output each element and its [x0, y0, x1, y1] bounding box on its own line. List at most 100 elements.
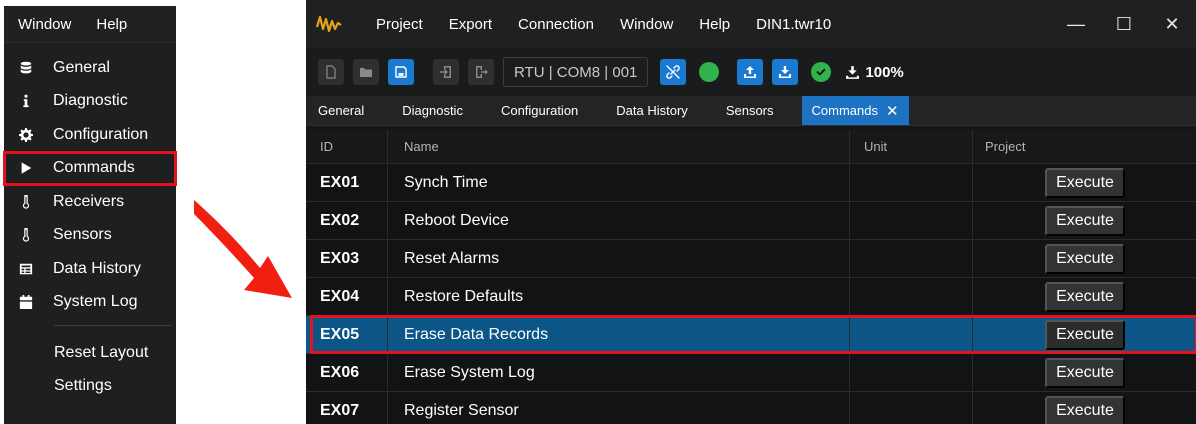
- tab-label: Sensors: [725, 103, 774, 118]
- close-icon[interactable]: ✕: [1148, 0, 1196, 48]
- execute-button[interactable]: Execute: [1045, 244, 1125, 274]
- menu-item-receivers[interactable]: Receivers: [4, 185, 176, 219]
- table-row[interactable]: EX04 Restore Defaults Execute: [306, 278, 1196, 316]
- command-id: EX07: [306, 392, 388, 424]
- menu-help[interactable]: Help: [699, 16, 730, 33]
- connection-status-indicator: [699, 62, 720, 82]
- menu-export[interactable]: Export: [449, 16, 492, 33]
- menu-item-system-log[interactable]: System Log: [4, 286, 176, 320]
- execute-button[interactable]: Execute: [1045, 396, 1125, 424]
- menu-window[interactable]: Window: [620, 16, 673, 33]
- command-project-cell: Execute: [973, 240, 1196, 277]
- execute-button[interactable]: Execute: [1045, 206, 1125, 236]
- menu-item-diagnostic[interactable]: Diagnostic: [4, 85, 176, 119]
- menu-window[interactable]: Window: [18, 16, 71, 33]
- command-unit: [850, 316, 973, 353]
- app-window: Project Export Connection Window Help DI…: [306, 0, 1196, 424]
- progress-value: 100%: [865, 63, 904, 81]
- download-button[interactable]: [772, 59, 799, 85]
- tab-data-history[interactable]: Data History: [616, 96, 688, 125]
- tab-general[interactable]: General: [318, 96, 364, 125]
- table-row[interactable]: EX06 Erase System Log Execute: [306, 354, 1196, 392]
- file-name: DIN1.twr10: [756, 15, 832, 33]
- tab-label: Commands: [811, 103, 878, 118]
- window-menu-panel: Window Help General Diagnostic Configura…: [3, 6, 177, 424]
- menu-item-settings[interactable]: Settings: [4, 370, 176, 404]
- minimize-icon[interactable]: —: [1052, 0, 1100, 48]
- upload-button[interactable]: [737, 59, 764, 85]
- command-id: EX04: [306, 278, 388, 315]
- table-row[interactable]: EX05 Erase Data Records Execute: [306, 315, 1196, 354]
- thermometer-icon: [18, 194, 34, 210]
- execute-button[interactable]: Execute: [1045, 320, 1125, 350]
- calendar-icon: [18, 294, 34, 310]
- folder-icon: [360, 68, 372, 77]
- menu-connection[interactable]: Connection: [518, 16, 594, 33]
- menu-item-sensors[interactable]: Sensors: [4, 219, 176, 253]
- composite-screenshot: Window Help General Diagnostic Configura…: [0, 0, 1196, 424]
- new-file-button[interactable]: [318, 59, 344, 85]
- table-body: EX01 Synch Time Execute EX02 Reboot Device Ex…: [306, 164, 1196, 424]
- column-header-unit[interactable]: Unit: [850, 130, 973, 163]
- menu-item-label: Configuration: [53, 125, 149, 143]
- menu-item-general[interactable]: General: [4, 51, 176, 85]
- table-row[interactable]: EX02 Reboot Device Execute: [306, 202, 1196, 240]
- close-tab-icon[interactable]: ✕: [886, 102, 899, 120]
- check-icon: [811, 62, 832, 82]
- open-folder-button[interactable]: [353, 59, 379, 85]
- menu-item-data-history[interactable]: Data History: [4, 252, 176, 286]
- window-menu-list: General Diagnostic Configuration Command…: [3, 43, 177, 320]
- title-bar: Project Export Connection Window Help DI…: [306, 0, 1196, 48]
- column-header-project[interactable]: Project: [973, 130, 1196, 163]
- execute-button[interactable]: Execute: [1045, 358, 1125, 388]
- menu-item-label: System Log: [53, 293, 138, 311]
- tab-configuration[interactable]: Configuration: [501, 96, 578, 125]
- command-unit: [850, 164, 973, 201]
- file-icon: [326, 65, 336, 79]
- disconnect-button[interactable]: [660, 59, 687, 85]
- app-logo-icon: [316, 15, 342, 33]
- command-id: EX01: [306, 164, 388, 201]
- menu-help[interactable]: Help: [96, 16, 127, 33]
- menu-item-label: Data History: [53, 259, 142, 277]
- command-project-cell: Execute: [973, 164, 1196, 201]
- command-id: EX02: [306, 202, 388, 239]
- tab-commands[interactable]: Commands ✕: [801, 96, 909, 125]
- save-button[interactable]: [388, 59, 414, 85]
- maximize-icon[interactable]: ☐: [1100, 0, 1148, 48]
- play-icon: [18, 160, 34, 176]
- command-name: Restore Defaults: [388, 278, 850, 315]
- command-name: Register Sensor: [388, 392, 850, 424]
- download-icon: [779, 66, 792, 78]
- column-header-name[interactable]: Name: [388, 130, 850, 163]
- execute-button[interactable]: Execute: [1045, 168, 1125, 198]
- tab-diagnostic[interactable]: Diagnostic: [402, 96, 463, 125]
- execute-button[interactable]: Execute: [1045, 282, 1125, 312]
- import-button[interactable]: [433, 59, 459, 85]
- table-icon: [18, 261, 34, 277]
- menu-item-configuration[interactable]: Configuration: [4, 118, 176, 152]
- command-unit: [850, 392, 973, 424]
- unlink-icon: [666, 65, 681, 79]
- command-name: Reset Alarms: [388, 240, 850, 277]
- menu-project[interactable]: Project: [376, 16, 423, 33]
- table-row[interactable]: EX07 Register Sensor Execute: [306, 392, 1196, 424]
- command-name: Erase System Log: [388, 354, 850, 391]
- tab-sensors[interactable]: Sensors: [726, 96, 774, 125]
- command-name: Reboot Device: [388, 202, 850, 239]
- table-row[interactable]: EX01 Synch Time Execute: [306, 164, 1196, 202]
- menu-item-label: General: [53, 58, 110, 76]
- command-name: Erase Data Records: [388, 316, 850, 353]
- export-button[interactable]: [468, 59, 494, 85]
- tab-label: Configuration: [500, 103, 579, 118]
- save-icon: [395, 66, 407, 78]
- table-row[interactable]: EX03 Reset Alarms Execute: [306, 240, 1196, 278]
- menu-item-label: Sensors: [53, 226, 112, 244]
- upload-icon: [744, 66, 757, 78]
- database-icon: [18, 60, 34, 76]
- tab-bar: General Diagnostic Configuration Data Hi…: [306, 96, 1196, 126]
- menu-item-label: Commands: [53, 159, 135, 177]
- menu-item-commands[interactable]: Commands: [3, 150, 177, 186]
- column-header-id[interactable]: ID: [306, 130, 388, 163]
- menu-item-reset-layout[interactable]: Reset Layout: [4, 336, 176, 370]
